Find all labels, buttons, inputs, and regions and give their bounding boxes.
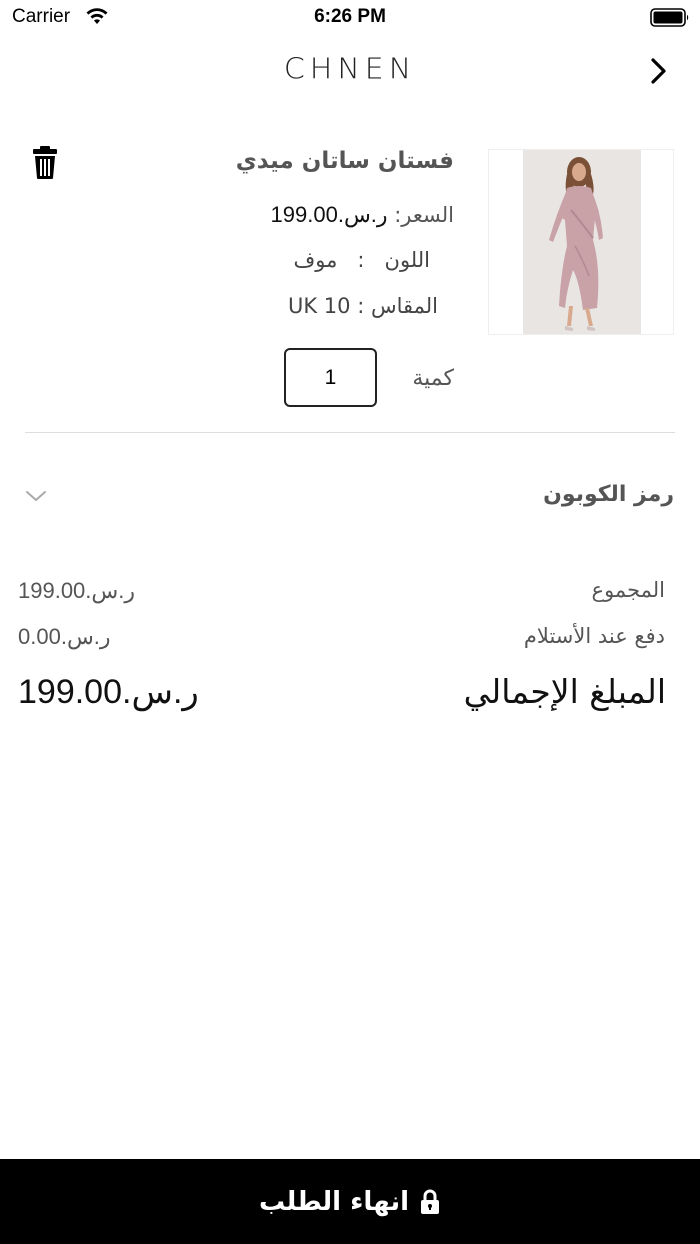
checkout-button[interactable]: انهاء الطلب [0, 1159, 700, 1244]
color-row: اللون : موف [294, 248, 430, 272]
total-label: المبلغ الإجمالي [463, 672, 666, 711]
total-value: ر.س.199.00 [18, 673, 199, 711]
nav-bar: CHNEN [0, 40, 700, 106]
checkout-label: انهاء الطلب [258, 1186, 410, 1217]
size-value: UK 10 [287, 294, 351, 318]
dress-model-illustration [523, 150, 641, 334]
color-value: موف [293, 248, 338, 272]
color-label: اللون [384, 248, 430, 272]
product-photo [523, 150, 641, 334]
subtotal-value: ر.س.199.00 [18, 578, 136, 603]
battery-icon [650, 8, 689, 27]
lock-icon [421, 1189, 440, 1214]
product-name[interactable]: فستان ساتان ميدي [236, 148, 454, 174]
brand-logo: CHNEN [283, 52, 417, 87]
status-bar: Carrier 6:26 PM [0, 0, 700, 36]
chevron-right-icon [651, 58, 666, 84]
cart-item: فستان ساتان ميدي السعر: ر.س.199.00 اللون… [0, 140, 700, 434]
coupon-toggle[interactable]: رمز الكوبون [0, 468, 700, 528]
price-label: السعر: [394, 203, 454, 227]
clock: 6:26 PM [314, 6, 386, 27]
trash-icon [33, 146, 57, 179]
product-image[interactable] [488, 149, 674, 335]
size-row: المقاس : UK 10 [288, 294, 438, 318]
price-value: ر.س.199.00 [270, 202, 388, 227]
quantity-input[interactable]: 1 [284, 348, 377, 407]
coupon-label: رمز الكوبون [543, 482, 674, 507]
back-button[interactable] [644, 54, 674, 88]
cod-value: ر.س.0.00 [18, 624, 111, 649]
price-row: السعر: ر.س.199.00 [271, 202, 454, 228]
divider [25, 432, 675, 433]
quantity-label: كمية [412, 366, 454, 391]
size-label: المقاس [370, 294, 438, 318]
color-separator: : [357, 248, 365, 272]
subtotal-label: المجموع [591, 578, 665, 602]
cod-label: دفع عند الأستلام [523, 624, 665, 648]
chevron-down-icon [26, 491, 46, 501]
delete-item-button[interactable] [30, 144, 60, 180]
size-separator: : [357, 294, 365, 318]
